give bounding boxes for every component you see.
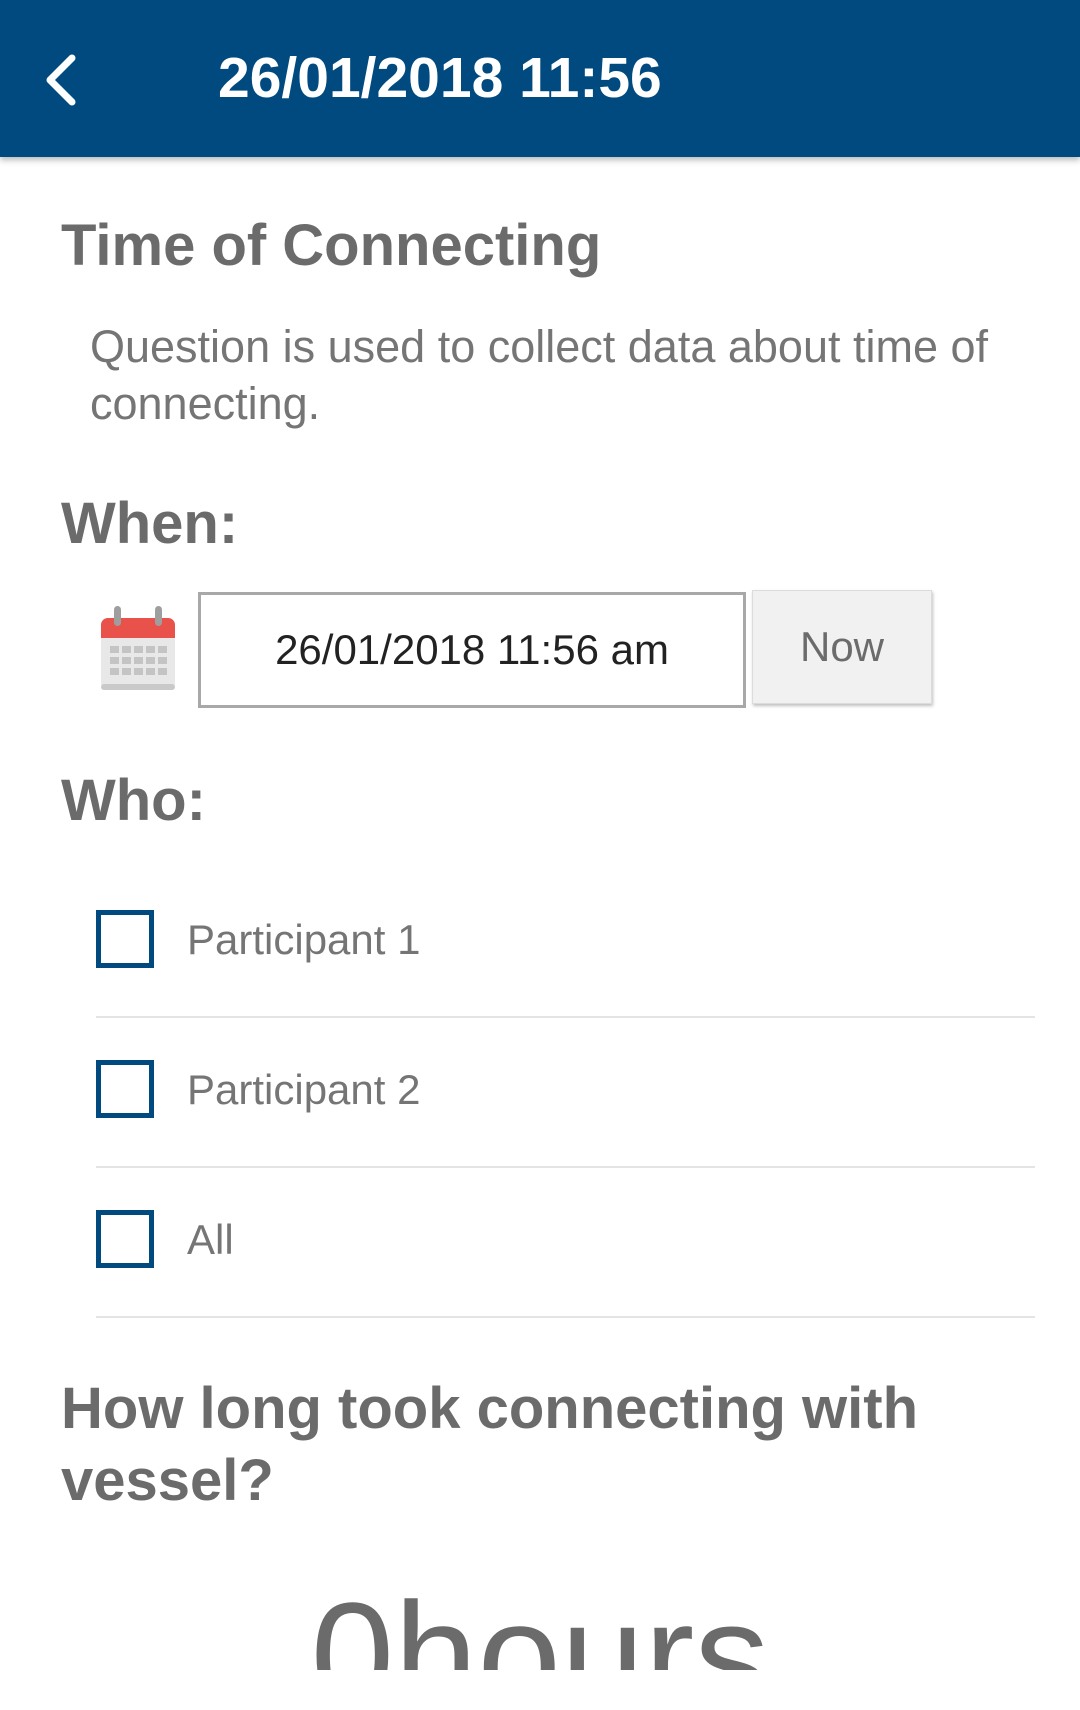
section-title: Time of Connecting [61, 213, 602, 278]
participant-1-label: Participant 1 [187, 916, 421, 963]
all-label: All [187, 1216, 234, 1263]
participant-1-option[interactable]: Participant 1 [96, 868, 1035, 1018]
participant-1-checkbox[interactable] [96, 910, 154, 968]
hours-picker[interactable]: 0hours [0, 1540, 1080, 1670]
page-title: 26/01/2018 11:56 [218, 46, 662, 110]
calendar-icon[interactable] [98, 604, 178, 694]
now-button[interactable]: Now [752, 590, 932, 704]
duration-question: How long took connecting with vessel? [61, 1376, 919, 1513]
participant-2-label: Participant 2 [187, 1066, 421, 1113]
when-label: When: [61, 491, 239, 556]
hours-value: 0hours [310, 1571, 770, 1670]
participant-2-checkbox[interactable] [96, 1060, 154, 1118]
chevron-left-icon [46, 54, 76, 106]
all-option[interactable]: All [96, 1168, 1035, 1318]
section-description: Question is used to collect data about t… [90, 321, 989, 429]
back-button[interactable] [30, 40, 110, 120]
participant-2-option[interactable]: Participant 2 [96, 1018, 1035, 1168]
all-checkbox[interactable] [96, 1210, 154, 1268]
who-label: Who: [61, 768, 206, 833]
datetime-input[interactable] [198, 592, 746, 708]
app-bar: 26/01/2018 11:56 [0, 0, 1080, 157]
